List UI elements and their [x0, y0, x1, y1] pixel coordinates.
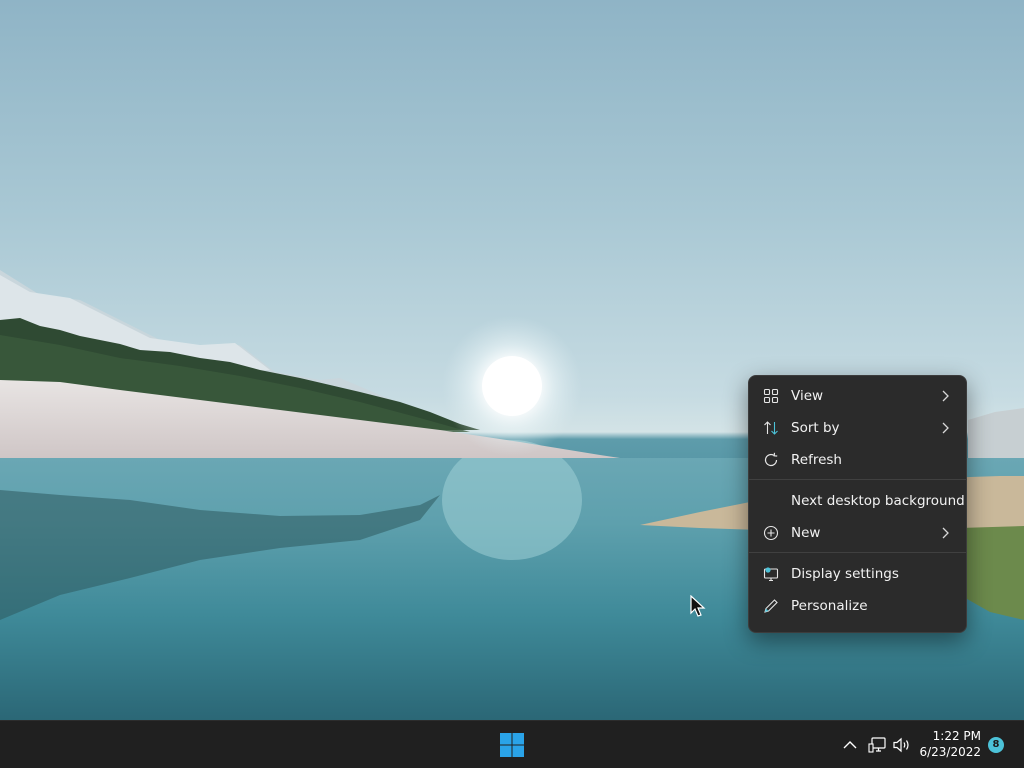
network-icon[interactable]	[868, 735, 888, 755]
taskbar: 1:22 PM 6/23/2022 8	[0, 720, 1024, 768]
start-button[interactable]	[496, 729, 528, 761]
sort-arrows-icon	[764, 421, 778, 435]
menu-separator	[749, 552, 966, 553]
mouse-pointer-icon	[690, 595, 706, 617]
grid-view-icon	[763, 388, 779, 404]
menu-item-next-desktop-background[interactable]: Next desktop background	[753, 486, 965, 516]
menu-item-label: Personalize	[791, 598, 868, 614]
notification-badge[interactable]: 8	[988, 737, 1004, 753]
menu-item-label: Display settings	[791, 566, 899, 582]
menu-item-view[interactable]: View	[753, 381, 962, 411]
menu-item-refresh[interactable]: Refresh	[753, 445, 962, 475]
menu-separator	[749, 479, 966, 480]
clock-date: 6/23/2022	[919, 745, 981, 759]
refresh-icon	[764, 452, 778, 467]
taskbar-clock[interactable]: 1:22 PM 6/23/2022	[914, 727, 990, 763]
desktop-context-menu: View Sort by Refresh Next desktop backgr…	[748, 375, 967, 633]
plus-circle-icon	[763, 525, 779, 541]
menu-item-personalize[interactable]: Personalize	[753, 591, 962, 621]
volume-icon[interactable]	[892, 735, 912, 755]
clock-time: 1:22 PM	[932, 729, 981, 743]
menu-item-label: Next desktop background	[791, 493, 965, 509]
menu-item-label: New	[791, 525, 821, 541]
menu-item-new[interactable]: New	[753, 518, 962, 548]
chevron-right-icon	[942, 390, 949, 402]
pen-icon	[764, 599, 778, 613]
chevron-up-icon[interactable]	[840, 735, 860, 755]
windows-logo-icon	[500, 733, 524, 757]
menu-item-label: View	[791, 388, 824, 404]
chevron-right-icon	[942, 422, 949, 434]
menu-item-label: Refresh	[791, 452, 842, 468]
menu-item-label: Sort by	[791, 420, 840, 436]
chevron-right-icon	[942, 527, 949, 539]
menu-item-display-settings[interactable]: Display settings	[753, 559, 962, 589]
display-settings-icon	[763, 567, 779, 582]
menu-item-sort-by[interactable]: Sort by	[753, 413, 962, 443]
